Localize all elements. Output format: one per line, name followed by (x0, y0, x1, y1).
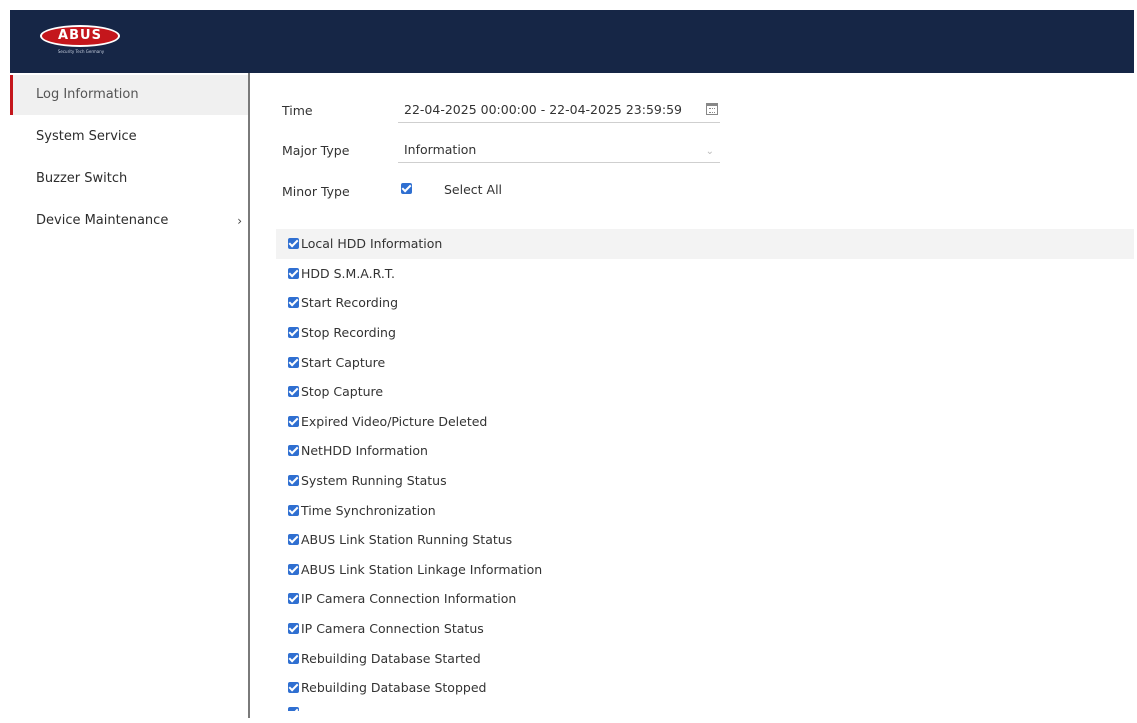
list-item[interactable]: ABUS Link Station Linkage Information (276, 555, 1134, 585)
sidebar-item-device-maintenance[interactable]: Device Maintenance › (10, 201, 248, 241)
list-item[interactable]: NetHDD Information (276, 436, 1134, 466)
sidebar-item-label: Buzzer Switch (36, 171, 128, 186)
list-item-label: Expired Video/Picture Deleted (301, 413, 488, 429)
sidebar-item-log-information[interactable]: Log Information (10, 75, 248, 115)
list-item[interactable]: Expired Video/Picture Deleted (276, 407, 1134, 437)
sidebar: Log Information System Service Buzzer Sw… (10, 73, 250, 718)
list-item[interactable]: Rebuilding Database Started (276, 643, 1134, 673)
list-item[interactable]: IP Camera Connection Information (276, 584, 1134, 614)
checkbox-checked[interactable] (288, 475, 299, 487)
time-range-field[interactable]: 22-04-2025 00:00:00 - 22-04-2025 23:59:5… (398, 99, 720, 123)
top-header-bar: ABUS Security Tech Germany (10, 10, 1134, 73)
list-item[interactable]: Local HDD Information (276, 229, 1134, 259)
sidebar-item-label: System Service (36, 129, 137, 144)
checkbox-checked[interactable] (288, 623, 299, 635)
checkbox-checked[interactable] (288, 682, 299, 694)
checkbox-checked[interactable] (288, 327, 299, 339)
major-type-select[interactable]: Information ⌄ (398, 139, 720, 163)
list-item-label: ABUS Link Station Running Status (301, 532, 513, 548)
checkbox-checked[interactable] (288, 386, 299, 398)
sidebar-item-system-service[interactable]: System Service (10, 117, 248, 157)
list-item[interactable]: Stop Recording (276, 318, 1134, 348)
list-item-label: System Running Status (301, 473, 447, 489)
list-item[interactable]: Time Synchronization (276, 495, 1134, 525)
list-item[interactable]: Stop Capture (276, 377, 1134, 407)
list-item-label: IP Camera Connection Status (301, 621, 484, 637)
select-all-label: Select All (444, 182, 503, 197)
list-item[interactable]: Start Capture (276, 347, 1134, 377)
sidebar-item-label: Device Maintenance (36, 213, 169, 228)
checkbox-checked[interactable] (288, 267, 299, 279)
checkbox-checked[interactable] (288, 563, 299, 575)
checkbox-checked[interactable] (288, 534, 299, 546)
list-item-label: Start Recording (301, 295, 399, 311)
list-item-label: ABUS Link Station Linkage Information (301, 561, 543, 577)
main-content: Time 22-04-2025 00:00:00 - 22-04-2025 23… (252, 73, 1134, 718)
logo-text: ABUS (58, 28, 102, 43)
major-type-value: Information (404, 142, 477, 157)
list-item-label: NetHDD Information (301, 443, 428, 459)
chevron-down-icon: ⌄ (705, 146, 714, 157)
checkbox-checked[interactable] (288, 238, 299, 250)
list-item[interactable]: System Running Status (276, 466, 1134, 496)
checkbox-checked[interactable] (288, 356, 299, 368)
abus-logo: ABUS Security Tech Germany (40, 25, 120, 54)
checkbox-checked[interactable] (288, 504, 299, 516)
list-item[interactable]: HDD S.M.A.R.T. (276, 259, 1134, 289)
calendar-icon[interactable] (706, 103, 718, 115)
list-item-label: Local HDD Information (301, 236, 443, 252)
sidebar-item-label: Log Information (36, 87, 139, 102)
major-type-label: Major Type (282, 143, 350, 158)
list-item-label: Stop Recording (301, 325, 396, 341)
list-item[interactable]: Rebuilding Database Stopped (276, 673, 1134, 703)
minor-type-label: Minor Type (282, 184, 350, 199)
list-item-label: HDD S.M.A.R.T. (301, 265, 395, 281)
checkbox-checked[interactable] (288, 593, 299, 605)
checkbox-checked[interactable] (288, 297, 299, 309)
list-item-label: Rebuilding Database Started (301, 650, 481, 666)
list-item-label: Start Capture (301, 354, 386, 370)
list-item-label: Stop Capture (301, 384, 384, 400)
sidebar-item-buzzer-switch[interactable]: Buzzer Switch (10, 159, 248, 199)
list-item[interactable]: ABUS Link Station Running Status (276, 525, 1134, 555)
list-item-partial[interactable] (288, 707, 299, 711)
list-item-label: IP Camera Connection Information (301, 591, 517, 607)
chevron-right-icon: › (237, 214, 242, 228)
list-item[interactable]: IP Camera Connection Status (276, 614, 1134, 644)
time-label: Time (282, 103, 313, 118)
list-item-label: Time Synchronization (301, 502, 436, 518)
checkbox-checked[interactable] (288, 415, 299, 427)
checkbox-checked[interactable] (288, 707, 299, 711)
logo-tagline: Security Tech Germany (57, 49, 105, 54)
list-item[interactable]: Start Recording (276, 288, 1134, 318)
select-all-checkbox[interactable] (401, 183, 412, 194)
checkbox-checked[interactable] (288, 445, 299, 457)
minor-type-list: Local HDD Information HDD S.M.A.R.T. Sta… (276, 229, 1134, 703)
list-item-label: Rebuilding Database Stopped (301, 680, 487, 696)
time-range-value: 22-04-2025 00:00:00 - 22-04-2025 23:59:5… (404, 102, 682, 117)
checkbox-checked[interactable] (288, 652, 299, 664)
